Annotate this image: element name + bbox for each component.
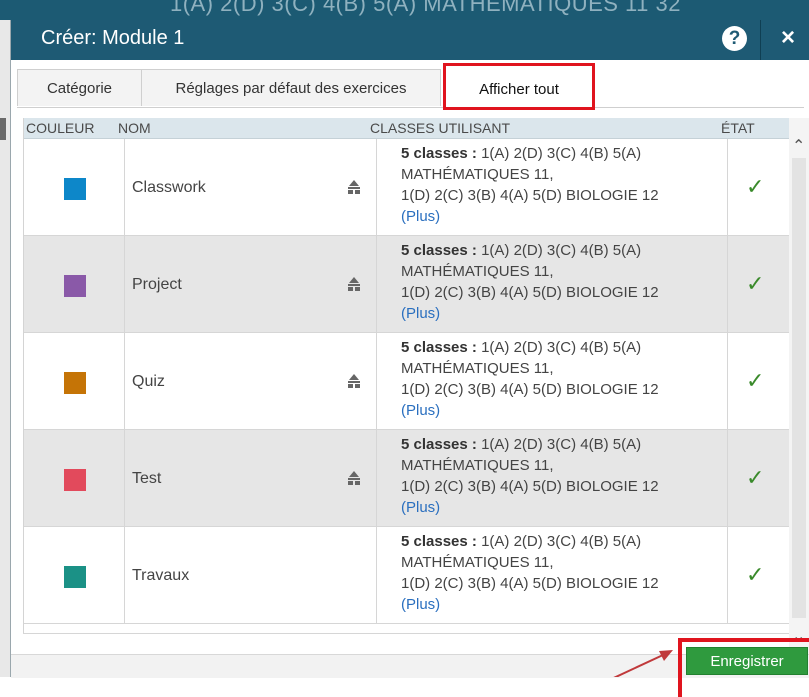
column-divider (376, 236, 377, 333)
classes-line: MATHÉMATIQUES 11, (401, 554, 554, 571)
dialog-titlebar: Créer: Module 1 ? × (11, 20, 809, 60)
titlebar-divider (760, 20, 761, 60)
edit-category-icon[interactable] (347, 470, 361, 486)
column-divider (124, 139, 125, 236)
scroll-thumb[interactable] (792, 158, 806, 618)
column-divider (727, 139, 728, 236)
table-row: Test 5 classes : 1(A) 2(D) 3(C) 4(B) 5(A… (24, 430, 790, 527)
category-name: Travaux (132, 567, 190, 584)
edit-category-icon[interactable] (347, 179, 361, 195)
table-scrollbar[interactable]: ⌃ ⌄ (789, 118, 809, 654)
table-row: Classwork 5 classes : 1(A) 2(D) 3(C) 4(B… (24, 139, 790, 236)
classes-line: 1(A) 2(D) 3(C) 4(B) 5(A) (476, 145, 642, 162)
background-edge-mark (0, 118, 6, 140)
dialog-title: Créer: Module 1 (41, 27, 185, 49)
table-row: Project 5 classes : 1(A) 2(D) 3(C) 4(B) … (24, 236, 790, 333)
edit-category-icon[interactable] (347, 276, 361, 292)
classes-count: 5 classes : (401, 533, 477, 550)
classes-line: 1(D) 2(C) 3(B) 4(A) 5(D) BIOLOGIE 12 (401, 381, 659, 398)
background-header-text: 1(A) 2(D) 3(C) 4(B) 5(A) MATHÉMATIQUES 1… (170, 0, 681, 16)
column-divider (727, 430, 728, 527)
tab-reglages-par-defaut[interactable]: Réglages par défaut des exercices (141, 69, 441, 106)
column-divider (124, 527, 125, 624)
column-divider (376, 430, 377, 527)
classes-using: 5 classes : 1(A) 2(D) 3(C) 4(B) 5(A) MAT… (401, 531, 721, 615)
column-header-nom[interactable]: NOM (118, 120, 151, 136)
classes-line: MATHÉMATIQUES 11, (401, 263, 554, 280)
classes-line: MATHÉMATIQUES 11, (401, 166, 554, 183)
classes-using: 5 classes : 1(A) 2(D) 3(C) 4(B) 5(A) MAT… (401, 337, 721, 421)
classes-using: 5 classes : 1(A) 2(D) 3(C) 4(B) 5(A) MAT… (401, 143, 721, 227)
help-icon[interactable]: ? (722, 26, 747, 51)
more-classes-link[interactable]: (Plus) (401, 305, 440, 322)
tab-bar: Catégorie Réglages par défaut des exerci… (17, 63, 804, 110)
column-divider (376, 139, 377, 236)
column-header-couleur[interactable]: COULEUR (26, 120, 94, 136)
classes-line: 1(D) 2(C) 3(B) 4(A) 5(D) BIOLOGIE 12 (401, 575, 659, 592)
classes-line: 1(A) 2(D) 3(C) 4(B) 5(A) (476, 533, 642, 550)
classes-line: 1(A) 2(D) 3(C) 4(B) 5(A) (476, 339, 642, 356)
classes-line: 1(D) 2(C) 3(B) 4(A) 5(D) BIOLOGIE 12 (401, 284, 659, 301)
edit-category-icon[interactable] (347, 373, 361, 389)
classes-line: 1(D) 2(C) 3(B) 4(A) 5(D) BIOLOGIE 12 (401, 187, 659, 204)
column-divider (124, 333, 125, 430)
column-divider (727, 236, 728, 333)
category-name: Project (132, 276, 182, 293)
column-divider (124, 430, 125, 527)
column-divider (376, 527, 377, 624)
active-check-icon: ✓ (746, 368, 765, 393)
active-check-icon: ✓ (746, 174, 765, 199)
color-swatch[interactable] (64, 178, 86, 200)
classes-using: 5 classes : 1(A) 2(D) 3(C) 4(B) 5(A) MAT… (401, 434, 721, 518)
classes-line: MATHÉMATIQUES 11, (401, 457, 554, 474)
active-check-icon: ✓ (746, 271, 765, 296)
tab-categorie[interactable]: Catégorie (17, 69, 142, 106)
category-name: Test (132, 470, 162, 487)
close-icon[interactable]: × (773, 23, 803, 53)
classes-count: 5 classes : (401, 145, 477, 162)
column-divider (124, 236, 125, 333)
scroll-up-icon[interactable]: ⌃ (792, 136, 805, 156)
classes-count: 5 classes : (401, 339, 477, 356)
categories-table: COULEUR NOM CLASSES UTILISANT ÉTAT Class… (23, 118, 790, 633)
color-swatch[interactable] (64, 469, 86, 491)
classes-line: 1(A) 2(D) 3(C) 4(B) 5(A) (476, 436, 642, 453)
save-button[interactable]: Enregistrer (686, 647, 808, 675)
more-classes-link[interactable]: (Plus) (401, 208, 440, 225)
table-header: COULEUR NOM CLASSES UTILISANT ÉTAT (24, 118, 790, 139)
background-left-edge (0, 20, 10, 677)
color-swatch[interactable] (64, 566, 86, 588)
table-row: Travaux 5 classes : 1(A) 2(D) 3(C) 4(B) … (24, 527, 790, 624)
classes-count: 5 classes : (401, 242, 477, 259)
column-header-classes[interactable]: CLASSES UTILISANT (370, 120, 510, 136)
column-divider (727, 333, 728, 430)
more-classes-link[interactable]: (Plus) (401, 402, 440, 419)
active-check-icon: ✓ (746, 465, 765, 490)
table-row: Quiz 5 classes : 1(A) 2(D) 3(C) 4(B) 5(A… (24, 333, 790, 430)
classes-line: 1(D) 2(C) 3(B) 4(A) 5(D) BIOLOGIE 12 (401, 478, 659, 495)
table-bottom-border (23, 633, 789, 634)
classes-line: MATHÉMATIQUES 11, (401, 360, 554, 377)
more-classes-link[interactable]: (Plus) (401, 596, 440, 613)
create-module-dialog: Créer: Module 1 ? × Catégorie Réglages p… (10, 20, 809, 697)
category-name: Quiz (132, 373, 165, 390)
column-divider (376, 333, 377, 430)
classes-count: 5 classes : (401, 436, 477, 453)
category-name: Classwork (132, 179, 206, 196)
classes-using: 5 classes : 1(A) 2(D) 3(C) 4(B) 5(A) MAT… (401, 240, 721, 324)
classes-line: 1(A) 2(D) 3(C) 4(B) 5(A) (476, 242, 642, 259)
background-window-header: 1(A) 2(D) 3(C) 4(B) 5(A) MATHÉMATIQUES 1… (0, 0, 809, 20)
column-header-etat[interactable]: ÉTAT (721, 120, 755, 136)
active-check-icon: ✓ (746, 562, 765, 587)
more-classes-link[interactable]: (Plus) (401, 499, 440, 516)
column-divider (727, 527, 728, 624)
color-swatch[interactable] (64, 372, 86, 394)
color-swatch[interactable] (64, 275, 86, 297)
tab-afficher-tout[interactable]: Afficher tout (443, 63, 595, 110)
